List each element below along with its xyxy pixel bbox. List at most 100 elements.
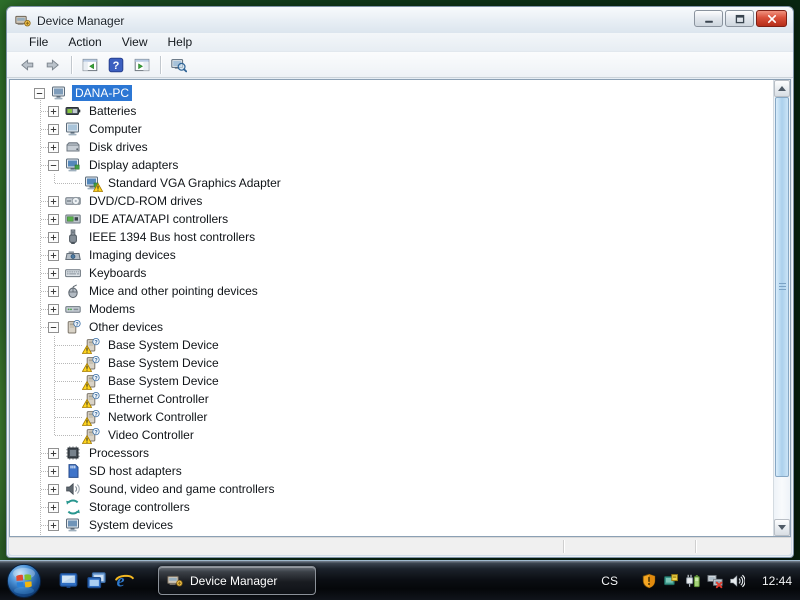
show-desktop-icon[interactable] [58,571,78,591]
tree-item-base-system-device[interactable]: ? Base System Device [10,372,773,390]
tree-item-label: Display adapters [89,158,179,172]
tree-item-ethernet-controller[interactable]: ? Ethernet Controller [10,390,773,408]
tree-item-mice-and-other-pointing-devices[interactable]: Mice and other pointing devices [10,282,773,300]
tree-item-storage-controllers[interactable]: Storage controllers [10,498,773,516]
security-center-icon[interactable] [663,573,679,589]
tree-item-label: IDE ATA/ATAPI controllers [89,212,229,226]
tree-item-label: Keyboards [89,266,147,280]
collapse-minus-icon[interactable] [34,87,45,99]
unknown-device-icon: ? [82,409,100,426]
expand-plus-icon[interactable] [48,267,59,279]
tree-item-base-system-device[interactable]: ? Base System Device [10,336,773,354]
tree-item-modems[interactable]: Modems [10,300,773,318]
language-indicator[interactable]: CS [601,574,618,588]
display-adapter-icon [84,175,103,192]
tree-item-imaging-devices[interactable]: Imaging devices [10,246,773,264]
expand-plus-icon[interactable] [48,231,59,243]
expand-plus-icon[interactable] [48,465,59,477]
menu-action[interactable]: Action [58,33,111,51]
taskbar: e Device Manager CS 12:44 [0,560,800,600]
svg-text:?: ? [94,412,97,418]
monitor-icon [65,121,81,137]
expand-plus-icon[interactable] [48,123,59,135]
expand-plus-icon[interactable] [48,195,59,207]
collapse-minus-icon[interactable] [48,321,59,333]
tree-item-universal-serial-bus-controllers[interactable]: Universal Serial Bus controllers [10,534,773,536]
disk-drive-icon [65,139,81,155]
expand-plus-icon[interactable] [48,213,59,225]
expand-plus-icon[interactable] [48,249,59,261]
keyboard-icon [65,265,81,281]
volume-icon[interactable] [729,573,745,589]
device-manager-icon [15,13,31,29]
tree-item-sd-host-adapters[interactable]: SD host adapters [10,462,773,480]
expand-plus-icon[interactable] [48,141,59,153]
menu-view[interactable]: View [112,33,158,51]
tree-item-system-devices[interactable]: System devices [10,516,773,534]
tree-item-keyboards[interactable]: Keyboards [10,264,773,282]
tray-icons [641,573,745,589]
toolbar-back-arrow-button[interactable] [15,53,39,76]
close-button[interactable] [756,10,787,27]
toolbar: ? [7,52,793,78]
switch-windows-icon[interactable] [86,571,106,591]
svg-text:?: ? [75,322,78,328]
expand-plus-icon[interactable] [48,447,59,459]
taskbar-clock[interactable]: 12:44 [762,574,792,588]
mouse-icon [65,283,81,299]
tree-item-ide-ata-atapi-controllers[interactable]: IDE ATA/ATAPI controllers [10,210,773,228]
menu-help[interactable]: Help [158,33,203,51]
scrollbar-thumb[interactable] [775,97,789,477]
internet-explorer-icon[interactable]: e [114,571,134,591]
console-tree-icon [82,57,98,73]
warning-overlay-icon [82,417,92,426]
taskbar-button-device-manager[interactable]: Device Manager [158,566,316,595]
tree-item-label: Ethernet Controller [108,392,209,406]
expand-plus-icon[interactable] [48,285,59,297]
scrollbar-track[interactable] [774,97,790,519]
minimize-button[interactable] [694,10,723,27]
tree-item-network-controller[interactable]: ? Network Controller [10,408,773,426]
toolbar-action-pane-button[interactable] [130,53,154,76]
network-disconnected-icon[interactable] [707,573,723,589]
scroll-down-button[interactable] [774,519,790,536]
tree-item-label: Computer [89,122,142,136]
svg-text:e: e [116,571,124,590]
tree-item-label: Base System Device [108,374,219,388]
expand-plus-icon[interactable] [48,105,59,117]
tree-item-base-system-device[interactable]: ? Base System Device [10,354,773,372]
collapse-minus-icon[interactable] [48,159,59,171]
tree-item-dana-pc[interactable]: DANA-PC [10,84,773,102]
expand-plus-icon[interactable] [48,519,59,531]
expand-plus-icon[interactable] [48,303,59,315]
toolbar-console-tree-button[interactable] [78,53,102,76]
maximize-button[interactable] [725,10,754,27]
start-button[interactable] [6,563,42,599]
toolbar-forward-arrow-button[interactable] [41,53,65,76]
tree-item-batteries[interactable]: Batteries [10,102,773,120]
scroll-up-button[interactable] [774,80,790,97]
tree-item-sound-video-and-game-controllers[interactable]: Sound, video and game controllers [10,480,773,498]
vertical-scrollbar [773,80,790,536]
menu-file[interactable]: File [19,33,58,51]
tree-item-other-devices[interactable]: ? Other devices [10,318,773,336]
tree-item-processors[interactable]: Processors [10,444,773,462]
titlebar[interactable]: Device Manager [7,7,793,33]
tree-item-video-controller[interactable]: ? Video Controller [10,426,773,444]
expand-plus-icon[interactable] [48,501,59,513]
power-plug-icon[interactable] [685,573,701,589]
tree-item-computer[interactable]: Computer [10,120,773,138]
tree-item-display-adapters[interactable]: Display adapters [10,156,773,174]
security-shield-icon[interactable] [641,573,657,589]
tree-item-standard-vga-graphics-adapter[interactable]: Standard VGA Graphics Adapter [10,174,773,192]
tree-item-ieee-1394-bus-host-controllers[interactable]: IEEE 1394 Bus host controllers [10,228,773,246]
tree-item-disk-drives[interactable]: Disk drives [10,138,773,156]
taskbar-button-label: Device Manager [190,573,278,588]
toolbar-scan-hardware-button[interactable] [167,53,191,76]
tree-item-dvd-cd-rom-drives[interactable]: DVD/CD-ROM drives [10,192,773,210]
speaker-icon [65,481,81,497]
device-manager-icon [167,573,183,589]
tree-item-label: Other devices [89,320,164,334]
expand-plus-icon[interactable] [48,483,59,495]
toolbar-help-button[interactable]: ? [104,53,128,76]
